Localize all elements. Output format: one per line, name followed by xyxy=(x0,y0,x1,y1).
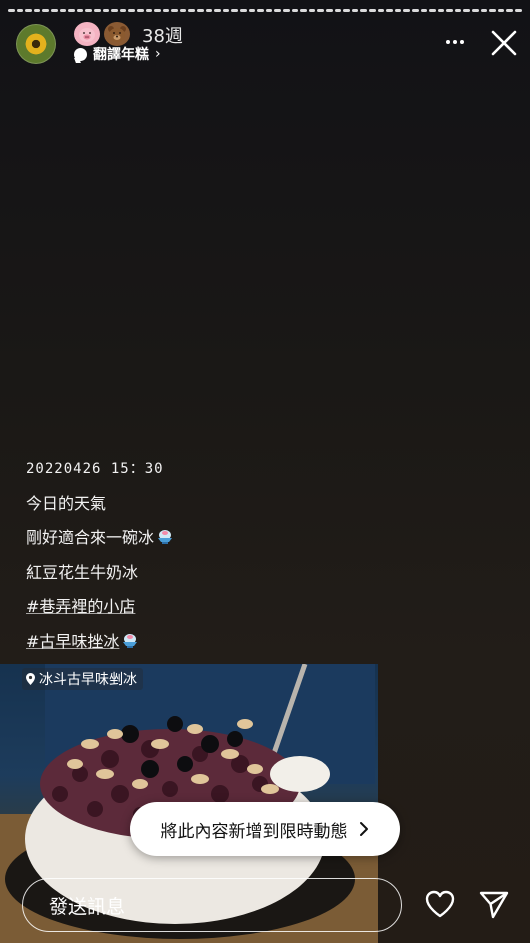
close-icon[interactable] xyxy=(490,29,518,57)
send-direct-icon[interactable] xyxy=(478,889,510,919)
caption-date: 20220426 15：30 xyxy=(26,461,164,477)
progress-segment xyxy=(506,9,514,12)
progress-segment xyxy=(480,9,488,12)
progress-segment xyxy=(25,9,32,12)
progress-segment xyxy=(497,9,505,12)
progress-segment xyxy=(222,9,230,12)
progress-segment xyxy=(429,9,436,12)
progress-segment xyxy=(343,9,350,12)
progress-segment xyxy=(231,9,239,12)
progress-segment xyxy=(154,9,161,12)
more-options-icon[interactable] xyxy=(440,30,470,54)
speech-bubble-icon xyxy=(74,47,87,61)
progress-segment xyxy=(394,9,402,12)
progress-segment xyxy=(145,9,153,12)
progress-segment xyxy=(515,9,522,12)
progress-segment xyxy=(351,9,359,12)
progress-segment xyxy=(377,9,385,12)
progress-segment xyxy=(136,9,144,12)
hashtag-link[interactable]: #古早味挫冰 xyxy=(26,629,346,664)
progress-segment xyxy=(188,9,196,12)
progress-segment xyxy=(420,9,428,12)
progress-segment xyxy=(463,9,471,12)
progress-segment xyxy=(257,9,264,12)
location-label: 冰斗古早味剉冰 xyxy=(39,672,137,688)
story-viewer[interactable]: 38週 翻譯年糕 › 20220426 15：30 今日的天氣 剛好適合來一碗冰… xyxy=(0,0,530,943)
progress-segment xyxy=(403,9,410,12)
add-to-story-button[interactable]: 將此內容新增到限時動態 xyxy=(130,802,400,856)
progress-segment xyxy=(93,9,101,12)
progress-segment xyxy=(205,9,213,12)
progress-segment xyxy=(68,9,75,12)
shaved-ice-icon xyxy=(158,530,173,544)
progress-segment xyxy=(128,9,135,12)
progress-segment xyxy=(300,9,307,12)
progress-segment xyxy=(411,9,419,12)
progress-segment xyxy=(291,9,299,12)
progress-segment xyxy=(437,9,445,12)
progress-segment xyxy=(59,9,67,12)
progress-segment xyxy=(42,9,49,12)
send-message-input[interactable]: 發送訊息 xyxy=(22,878,402,932)
progress-segment xyxy=(85,9,92,12)
progress-segment xyxy=(179,9,187,12)
progress-segment xyxy=(119,9,127,12)
progress-segment xyxy=(50,9,58,12)
progress-segment xyxy=(171,9,178,12)
add-to-story-label: 將此內容新增到限時動態 xyxy=(160,821,348,842)
location-pin-icon xyxy=(26,673,35,685)
caption-line: 紅豆花生牛奶冰 xyxy=(26,562,139,582)
progress-segment xyxy=(472,9,479,12)
caption-line: 今日的天氣 xyxy=(26,493,107,513)
progress-segment xyxy=(334,9,342,12)
heart-icon[interactable] xyxy=(424,889,456,919)
translate-label: 翻譯年糕 xyxy=(93,47,149,63)
progress-segment xyxy=(33,9,41,12)
caption-line: 剛好適合來一碗冰 xyxy=(26,525,346,560)
progress-segment xyxy=(16,9,24,12)
progress-segment xyxy=(162,9,170,12)
progress-segment xyxy=(325,9,333,12)
progress-segment xyxy=(102,9,110,12)
progress-segment xyxy=(308,9,316,12)
profile-avatar[interactable] xyxy=(16,24,56,64)
progress-segment xyxy=(111,9,118,12)
progress-segment xyxy=(368,9,376,12)
progress-segment xyxy=(454,9,462,12)
progress-segment xyxy=(76,9,84,12)
translate-button[interactable]: 翻譯年糕 › xyxy=(74,44,161,64)
progress-segment xyxy=(446,9,453,12)
progress-segment xyxy=(283,9,290,12)
progress-segment xyxy=(265,9,273,12)
progress-segment xyxy=(317,9,324,12)
bear-emoji-icon xyxy=(104,22,130,46)
story-progress-bar xyxy=(8,9,522,12)
progress-segment xyxy=(214,9,221,12)
story-caption: 20220426 15：30 今日的天氣 剛好適合來一碗冰 紅豆花生牛奶冰 #巷… xyxy=(26,456,346,663)
progress-segment xyxy=(386,9,393,12)
progress-segment xyxy=(248,9,256,12)
chevron-right-icon: › xyxy=(155,46,161,62)
chevron-right-icon xyxy=(359,822,368,836)
hashtag-link[interactable]: #巷弄裡的小店 xyxy=(26,594,346,629)
progress-segment xyxy=(240,9,247,12)
progress-segment xyxy=(489,9,496,12)
pig-emoji-icon xyxy=(74,22,100,46)
location-sticker[interactable]: 冰斗古早味剉冰 xyxy=(22,668,143,690)
progress-segment xyxy=(360,9,367,12)
shaved-ice-icon xyxy=(123,633,138,648)
progress-segment xyxy=(274,9,281,12)
progress-segment xyxy=(197,9,204,12)
progress-segment xyxy=(8,9,15,12)
